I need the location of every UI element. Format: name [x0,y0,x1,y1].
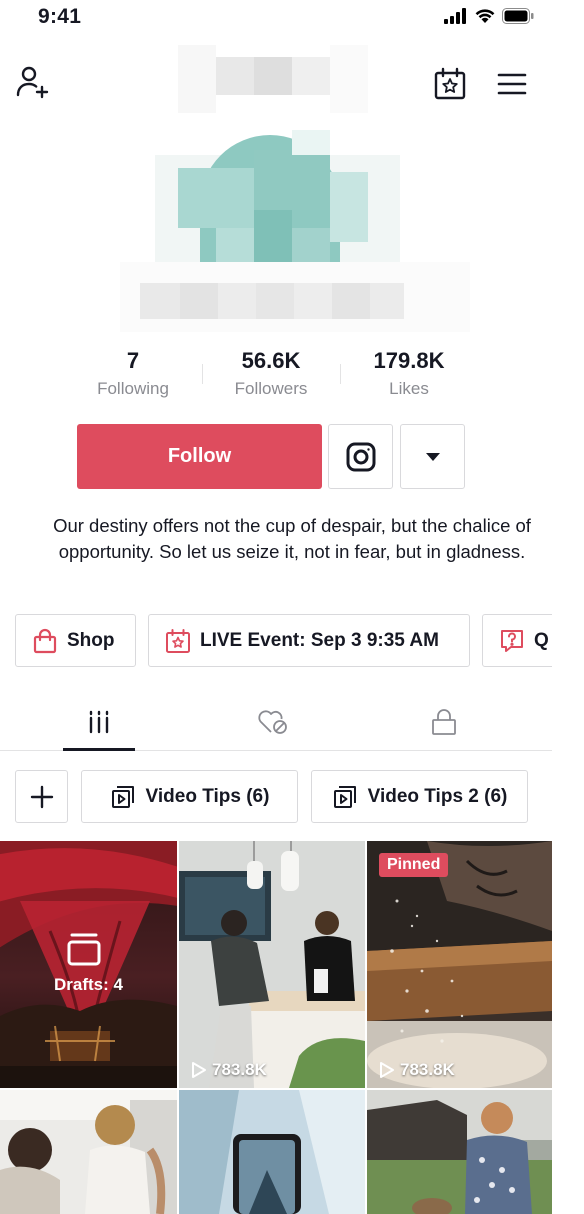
view-count-value: 783.8K [400,1060,455,1079]
drafts-icon [67,933,101,966]
stat-value: 179.8K [373,348,445,373]
live-event-chip[interactable]: LIVE Event: Sep 3 9:35 AM [148,614,470,667]
follow-button[interactable]: Follow [77,424,322,489]
caret-down-icon [425,452,440,461]
play-icon [192,1062,206,1078]
stat-label: Followers [234,379,308,398]
playlist-label: Video Tips (6) [145,785,270,807]
battery-icon [502,8,534,24]
shop-chip[interactable]: Shop [15,614,136,667]
video-tile[interactable] [0,1090,177,1214]
stat-likes[interactable]: 179.8K Likes [339,348,479,402]
instagram-icon [346,442,375,471]
liked-hidden-icon [258,710,287,734]
video-thumbnail [367,841,552,1088]
stat-label: Following [97,379,169,398]
add-user-icon [16,66,49,99]
profile-content-tabs [0,694,552,751]
video-tile[interactable]: 783.8K [179,841,365,1088]
stat-value: 56.6K [241,348,301,373]
status-time: 9:41 [38,5,82,28]
view-count-value: 783.8K [212,1060,267,1079]
stat-value: 7 [126,348,140,373]
view-count: 783.8K [191,1060,267,1080]
video-tile[interactable]: Pinned 783.8K [367,841,552,1088]
stat-label: Likes [389,379,429,398]
shopping-bag-icon [33,628,57,653]
videos-grid-icon [89,710,109,734]
more-options-dropdown-button[interactable] [400,424,465,489]
tab-private[interactable] [384,694,504,750]
instagram-button[interactable] [328,424,393,489]
active-tab-indicator [63,748,135,751]
lock-icon [432,709,456,735]
video-grid: Drafts: 4 783.8K Pinned 783.8K [0,841,552,1214]
view-count: 783.8K [379,1060,455,1080]
video-tile[interactable] [179,1090,365,1214]
play-icon [380,1062,394,1078]
calendar-star-icon [434,67,466,100]
stat-following[interactable]: 7 Following [63,348,203,402]
video-thumbnail [179,1090,365,1214]
add-playlist-button[interactable] [15,770,68,823]
status-icons [444,8,534,24]
cellular-signal-icon [444,8,466,24]
qa-chip[interactable]: Q [482,614,552,667]
menu-button[interactable] [492,64,532,104]
events-calendar-button[interactable] [430,64,470,104]
playlists-row: Video Tips (6) Video Tips 2 (6) [0,770,584,823]
calendar-star-icon [166,628,190,653]
video-thumbnail [179,841,365,1088]
playlist-label: Video Tips 2 (6) [367,785,508,807]
playlist-icon [111,785,134,808]
drafts-label: Drafts: 4 [54,975,123,994]
playlist-icon [333,785,356,808]
profile-link-chips: Shop LIVE Event: Sep 3 9:35 AM Q [0,614,552,668]
status-bar: 9:41 [0,0,584,40]
profile-bio: Our destiny offers not the cup of despai… [53,515,531,562]
chip-label: Q [534,629,549,651]
video-thumbnail [367,1090,552,1214]
hamburger-menu-icon [497,73,527,95]
drafts-tile[interactable]: Drafts: 4 [0,841,177,1088]
video-thumbnail [0,1090,177,1214]
profile-stats: 7 Following 56.6K Followers 179.8K Likes [0,348,584,402]
plus-icon [30,785,53,808]
stat-followers[interactable]: 56.6K Followers [201,348,341,402]
playlist-video-tips[interactable]: Video Tips (6) [81,770,298,823]
chip-label: LIVE Event: Sep 3 9:35 AM [200,629,439,651]
add-friend-button[interactable] [12,62,52,102]
video-tile[interactable] [367,1090,552,1214]
playlist-video-tips-2[interactable]: Video Tips 2 (6) [311,770,528,823]
tab-liked[interactable] [213,694,333,750]
question-box-icon [501,629,523,652]
pinned-badge: Pinned [379,853,449,877]
tab-videos[interactable] [39,694,159,750]
wifi-icon [475,9,495,23]
chip-label: Shop [67,629,115,651]
